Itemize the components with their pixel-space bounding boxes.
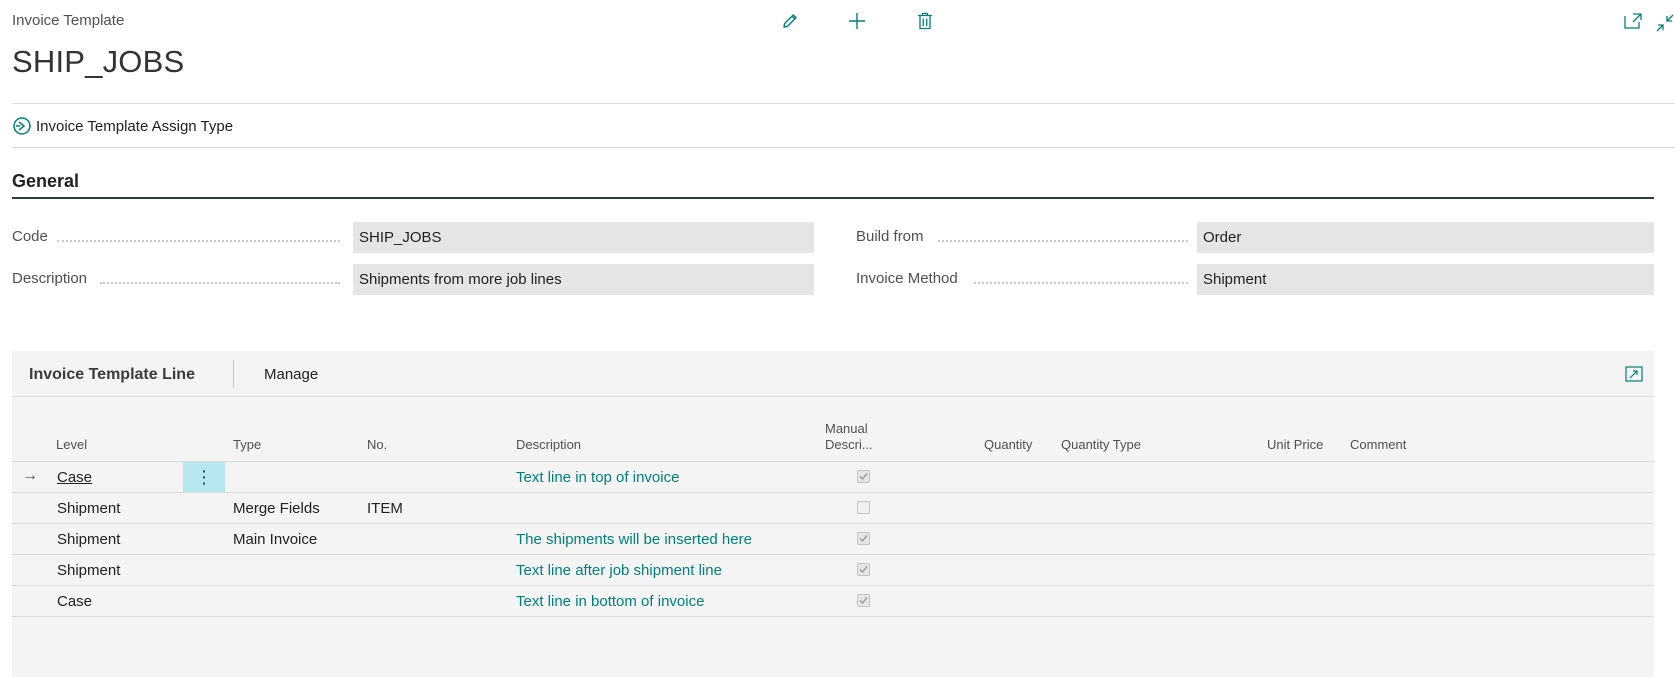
col-manual-description[interactable]: Manual Descri... bbox=[825, 421, 873, 453]
cell-type[interactable]: Main Invoice bbox=[233, 524, 317, 554]
description-field[interactable]: Shipments from more job lines bbox=[353, 264, 814, 295]
cell-description[interactable]: The shipments will be inserted here bbox=[516, 524, 752, 554]
cell-level[interactable]: Case bbox=[57, 586, 92, 616]
cell-level[interactable]: Shipment bbox=[57, 493, 120, 523]
lines-title[interactable]: Invoice Template Line bbox=[29, 366, 195, 384]
col-quantity-type[interactable]: Quantity Type bbox=[1061, 437, 1141, 453]
general-section-title: General bbox=[12, 171, 80, 191]
table-row[interactable]: Shipment Main Invoice The shipments will b… bbox=[12, 523, 1654, 554]
cell-no[interactable]: ITEM bbox=[367, 493, 403, 523]
cell-level-text: Shipment bbox=[57, 499, 121, 517]
invoice-template-lines: Invoice Template Line Manage Level Type … bbox=[12, 351, 1654, 677]
lines-expand-button[interactable] bbox=[1624, 364, 1644, 384]
cell-level-text: Case bbox=[57, 468, 93, 486]
col-manual-line-2: Descri... bbox=[825, 437, 873, 452]
table-row[interactable]: → ⋮ Case Text line in top of invoice bbox=[12, 461, 1654, 492]
manual-description-checkbox[interactable] bbox=[857, 594, 870, 607]
cell-level[interactable]: Shipment bbox=[57, 555, 120, 585]
table-row[interactable]: Case Text line in bottom of invoice bbox=[12, 585, 1654, 616]
assign-circle-icon bbox=[13, 117, 31, 135]
col-no[interactable]: No. bbox=[367, 437, 387, 453]
manage-menu[interactable]: Manage bbox=[264, 366, 318, 383]
lines-header-separator bbox=[233, 360, 234, 388]
code-dots bbox=[57, 240, 340, 242]
build-from-field[interactable]: Order bbox=[1197, 222, 1654, 253]
manual-description-checkbox[interactable] bbox=[857, 470, 870, 483]
col-description[interactable]: Description bbox=[516, 437, 581, 453]
table-row[interactable]: Shipment Merge Fields ITEM bbox=[12, 492, 1654, 523]
col-type[interactable]: Type bbox=[233, 437, 261, 453]
col-manual-line-1: Manual bbox=[825, 421, 868, 436]
lines-header: Invoice Template Line Manage bbox=[12, 351, 1654, 397]
general-section-rule bbox=[12, 197, 1654, 199]
col-quantity[interactable]: Quantity bbox=[984, 437, 1032, 453]
current-row-arrow-icon: → bbox=[22, 467, 38, 484]
assign-type-action[interactable]: Invoice Template Assign Type bbox=[12, 116, 233, 136]
cell-level[interactable]: Shipment bbox=[57, 524, 120, 554]
collapse-icon bbox=[1656, 14, 1674, 32]
row-actions-button[interactable]: ⋮ bbox=[183, 462, 225, 492]
page-caption: Invoice Template bbox=[12, 12, 125, 29]
build-from-dots bbox=[938, 240, 1188, 242]
actions-divider bbox=[12, 147, 1675, 148]
edit-button[interactable] bbox=[778, 9, 802, 33]
page-title: SHIP_JOBS bbox=[12, 44, 185, 79]
description-dots bbox=[100, 282, 340, 284]
plus-icon bbox=[849, 13, 865, 29]
expand-icon bbox=[1625, 366, 1643, 382]
cell-description[interactable]: Text line in bottom of invoice bbox=[516, 586, 704, 616]
invoice-method-label: Invoice Method bbox=[856, 270, 958, 287]
invoice-method-field[interactable]: Shipment bbox=[1197, 264, 1654, 295]
cell-level-text: Case bbox=[57, 592, 93, 610]
header-divider bbox=[12, 103, 1675, 104]
code-field[interactable]: SHIP_JOBS bbox=[353, 222, 814, 253]
cell-description[interactable]: Text line in top of invoice bbox=[516, 462, 679, 492]
col-unit-price[interactable]: Unit Price bbox=[1267, 437, 1323, 453]
manual-description-checkbox[interactable] bbox=[857, 501, 870, 514]
open-in-new-window-icon bbox=[1624, 13, 1642, 29]
cell-level-text: Shipment bbox=[57, 561, 121, 579]
cell-level[interactable]: Case bbox=[57, 462, 92, 492]
table-row[interactable]: Shipment Text line after job shipment lin… bbox=[12, 554, 1654, 585]
col-comment[interactable]: Comment bbox=[1350, 437, 1406, 453]
assign-type-label: Invoice Template Assign Type bbox=[36, 117, 234, 135]
description-label: Description bbox=[12, 270, 88, 287]
cell-level-text: Shipment bbox=[57, 530, 121, 548]
open-new-window-button[interactable] bbox=[1622, 10, 1644, 32]
build-from-label: Build from bbox=[856, 228, 924, 245]
manual-description-checkbox[interactable] bbox=[857, 532, 870, 545]
col-level[interactable]: Level bbox=[56, 437, 87, 453]
code-label: Code bbox=[12, 228, 48, 245]
trash-icon bbox=[918, 12, 932, 30]
cell-description[interactable]: Text line after job shipment line bbox=[516, 555, 722, 585]
delete-button[interactable] bbox=[913, 9, 937, 33]
invoice-method-dots bbox=[974, 282, 1188, 284]
manual-description-checkbox[interactable] bbox=[857, 563, 870, 576]
new-button[interactable] bbox=[845, 9, 869, 33]
grid-bottom-rule bbox=[12, 616, 1654, 617]
cell-type[interactable]: Merge Fields bbox=[233, 493, 320, 523]
pencil-icon bbox=[783, 14, 797, 28]
collapse-button[interactable] bbox=[1656, 12, 1675, 34]
